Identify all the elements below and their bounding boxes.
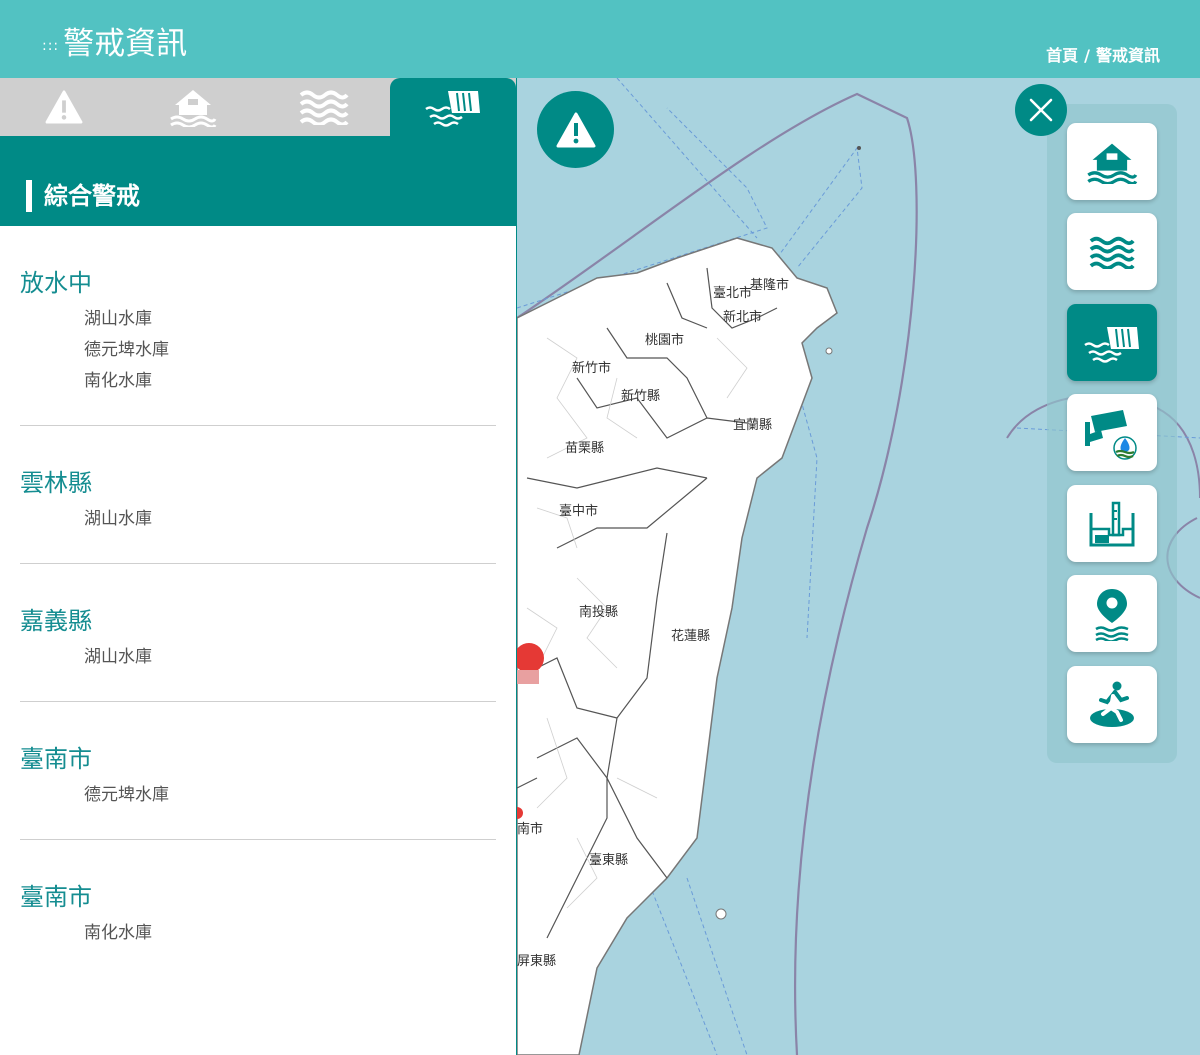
island-dot-3 <box>857 146 861 150</box>
map-warning-button[interactable] <box>537 91 614 168</box>
reservoir-layer-button[interactable] <box>1067 304 1157 381</box>
list-item[interactable]: 南化水庫 <box>20 366 496 397</box>
top-header: ::: 警戒資訊 首頁 / 警戒資訊 <box>0 0 1200 78</box>
close-icon <box>1029 98 1053 122</box>
map-label-taichung: 臺中市 <box>559 504 599 519</box>
page-title: ::: 警戒資訊 <box>42 24 187 66</box>
location-pin-water-icon <box>1095 588 1129 641</box>
water-level-gauge-icon <box>1089 501 1135 546</box>
map-label-nantou: 南投縣 <box>579 605 619 620</box>
list-item[interactable]: 湖山水庫 <box>20 504 496 535</box>
category-tabs <box>0 78 516 136</box>
page-title-text: 警戒資訊 <box>63 26 188 62</box>
reservoir-warning-area <box>517 670 539 684</box>
list-item[interactable]: 湖山水庫 <box>20 304 496 335</box>
panel-heading: 綜合警戒 <box>0 136 516 226</box>
map-label-keelung: 基隆市 <box>750 278 790 293</box>
tab-general-warning[interactable] <box>0 78 128 136</box>
warning-group: 嘉義縣 湖山水庫 <box>20 564 496 702</box>
group-title: 嘉義縣 <box>20 607 92 635</box>
map-label-hsinchu-city: 新竹市 <box>572 361 612 376</box>
map-label-tainan-partial: 南市 <box>517 822 544 837</box>
breadcrumb-separator: / <box>1084 46 1090 65</box>
panel-heading-text: 綜合警戒 <box>44 182 140 210</box>
group-title: 臺南市 <box>20 883 92 911</box>
map-label-yilan: 宜蘭縣 <box>733 418 773 433</box>
warning-icon <box>45 90 83 124</box>
tab-flood[interactable] <box>128 78 258 136</box>
group-title: 放水中 <box>20 269 92 297</box>
warning-group: 放水中 湖山水庫 德元埤水庫 南化水庫 <box>20 226 496 426</box>
reservoir-dam-icon <box>1084 326 1139 363</box>
list-item[interactable]: 德元埤水庫 <box>20 335 496 366</box>
warning-group: 臺南市 德元埤水庫 <box>20 702 496 840</box>
heading-accent-bar <box>26 180 32 212</box>
taiwan-landmass <box>517 237 838 1055</box>
list-item[interactable]: 德元埤水庫 <box>20 780 496 811</box>
tab-river-water-level[interactable] <box>258 78 390 136</box>
evacuation-layer-button[interactable] <box>1067 666 1157 743</box>
cctv-layer-button[interactable] <box>1067 394 1157 471</box>
group-title: 雲林縣 <box>20 469 92 497</box>
list-item[interactable]: 南化水庫 <box>20 918 496 949</box>
tab-reservoir[interactable] <box>390 78 516 136</box>
warning-group: 臺南市 南化水庫 <box>20 840 496 977</box>
water-location-layer-button[interactable] <box>1067 575 1157 652</box>
map-label-pingtung: 屏東縣 <box>517 954 557 969</box>
island-dot <box>825 347 833 355</box>
flooded-house-icon <box>170 90 217 127</box>
warning-list: 放水中 湖山水庫 德元埤水庫 南化水庫 雲林縣 湖山水庫 嘉義縣 湖山水庫 臺南… <box>20 226 496 977</box>
warning-group: 雲林縣 湖山水庫 <box>20 426 496 564</box>
list-item[interactable]: 湖山水庫 <box>20 642 496 673</box>
breadcrumb-current: 警戒資訊 <box>1095 46 1160 65</box>
reservoir-dam-icon <box>425 91 480 127</box>
map-label-new-taipei: 新北市 <box>723 310 763 325</box>
map-label-taoyuan: 桃園市 <box>645 333 685 348</box>
island-dot-2 <box>715 908 727 920</box>
warning-panel: 綜合警戒 放水中 湖山水庫 德元埤水庫 南化水庫 雲林縣 湖山水庫 嘉義縣 湖山… <box>0 78 517 1055</box>
close-toolbar-button[interactable] <box>1015 84 1067 136</box>
map-label-miaoli: 苗栗縣 <box>565 441 605 456</box>
breadcrumb: 首頁 / 警戒資訊 <box>1046 42 1160 66</box>
warning-icon <box>556 112 595 147</box>
group-title: 臺南市 <box>20 745 92 773</box>
title-dots: ::: <box>42 37 60 54</box>
map-label-taipei: 臺北市 <box>713 286 753 301</box>
flood-layer-button[interactable] <box>1067 123 1157 200</box>
flooded-house-icon <box>1087 143 1138 184</box>
evacuation-person-icon <box>1090 681 1134 727</box>
breadcrumb-home-link[interactable]: 首頁 <box>1046 46 1078 65</box>
waves-icon <box>1089 236 1135 269</box>
map-label-hsinchu-county: 新竹縣 <box>621 389 661 404</box>
map-label-hualien: 花蓮縣 <box>671 629 711 644</box>
cctv-camera-icon <box>1085 409 1137 460</box>
river-layer-button[interactable] <box>1067 213 1157 290</box>
map-label-taitung: 臺東縣 <box>589 853 629 868</box>
waves-icon <box>299 90 349 125</box>
water-level-layer-button[interactable] <box>1067 485 1157 562</box>
